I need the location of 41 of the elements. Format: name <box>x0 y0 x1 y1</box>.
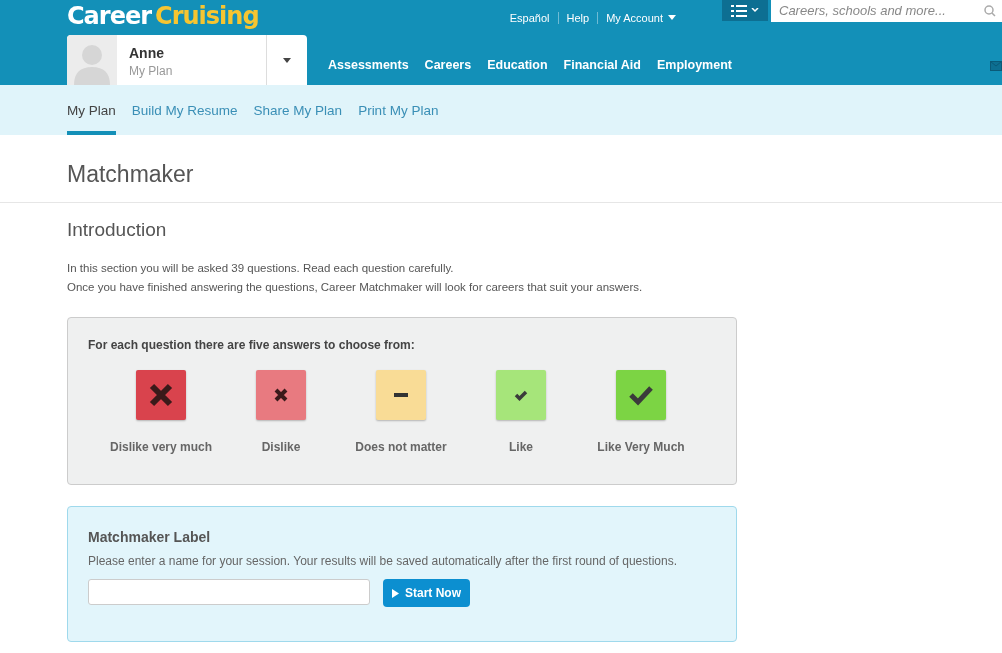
nav-link[interactable]: Employment <box>656 58 732 72</box>
search-field[interactable]: Careers, schools and more... <box>771 0 1002 22</box>
nav-link[interactable]: Education <box>487 58 548 72</box>
list-icon <box>731 4 747 17</box>
top-link[interactable]: Help <box>557 11 598 24</box>
logo-text[interactable]: Cruising <box>155 1 259 30</box>
user-name: Anne <box>129 45 165 61</box>
label-input-field[interactable] <box>88 579 370 605</box>
answer-label: Dislike very much <box>109 440 213 454</box>
panel-heading: For each question there are five answers to choose from: <box>88 338 416 352</box>
play-icon <box>392 588 399 598</box>
nav-link[interactable]: Assessments <box>328 58 409 72</box>
intro-text: In this section you will be asked 39 questions. Read each question carefully. <box>67 261 455 276</box>
logo-text[interactable]: Career <box>67 1 152 30</box>
search-icon <box>984 4 996 17</box>
subnav-tab[interactable]: Build My Resume <box>131 85 238 135</box>
user-card[interactable]: Anne My Plan <box>67 35 307 85</box>
answer-label: Like <box>509 440 533 454</box>
section-title: Introduction <box>67 219 168 241</box>
nav-link[interactable]: Careers <box>424 58 472 72</box>
caret-icon <box>668 15 676 20</box>
subnav-tab[interactable]: My Plan <box>67 85 116 135</box>
cross-icon <box>148 382 174 408</box>
chevron-icon <box>751 8 759 13</box>
user-subtitle: My Plan <box>129 64 174 78</box>
subnav-tab[interactable]: Print My Plan <box>358 85 439 135</box>
start-button[interactable]: Start Now <box>383 579 470 607</box>
answer-label: Dislike <box>261 440 301 454</box>
panel-text: Please enter a name for your session. Your results will be saved automatically after the first round of questions. <box>88 554 678 568</box>
answer-label: Does not matter <box>355 440 447 454</box>
answer-label: Like Very Much <box>597 440 685 454</box>
dash-icon <box>394 393 408 397</box>
menu-button[interactable] <box>722 0 768 21</box>
top-link[interactable]: My Account <box>597 11 684 24</box>
subnav-tab[interactable]: Share My Plan <box>253 85 343 135</box>
top-link[interactable]: Español <box>501 11 558 24</box>
intro-text: Once you have finished answering the questions, Career Matchmaker will look for careers that suit your answers. <box>67 280 644 295</box>
panel-heading: Matchmaker Label <box>88 529 212 545</box>
caret-icon[interactable] <box>283 57 291 63</box>
page-title: Matchmaker <box>0 135 1002 203</box>
nav-link[interactable]: Financial Aid <box>563 58 641 72</box>
